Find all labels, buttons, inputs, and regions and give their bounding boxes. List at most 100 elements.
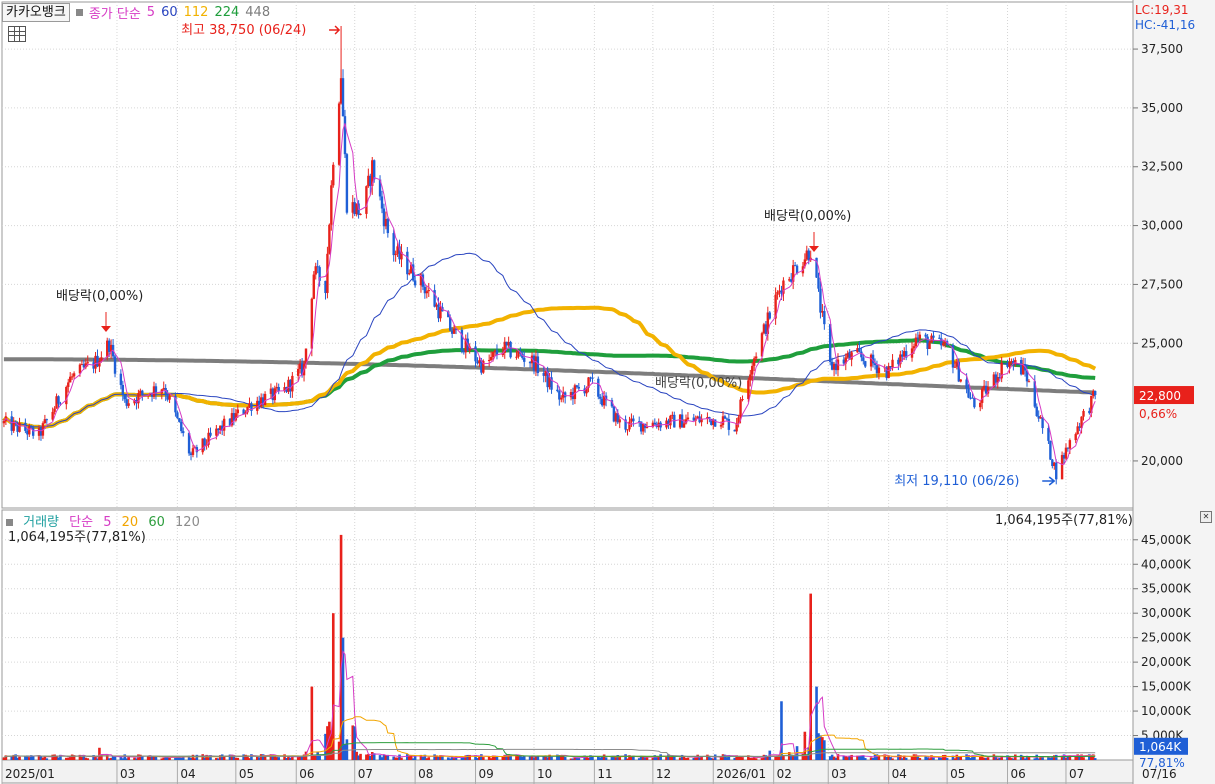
volume-bar (550, 756, 553, 760)
volume-bar (686, 757, 690, 760)
candle-body (365, 186, 368, 214)
table-icon[interactable] (8, 26, 26, 42)
candle-body (877, 367, 881, 374)
candle-body (406, 251, 409, 275)
candle-body (860, 351, 863, 358)
candle-body (53, 408, 56, 412)
ma-label: 종가 단순 (88, 6, 141, 22)
symbol-button[interactable]: 카카오뱅크 (2, 2, 70, 22)
y-tick-label: 40,000K (1141, 557, 1192, 571)
candle-body (560, 397, 563, 400)
candle-body (314, 266, 317, 275)
candle-body (18, 422, 21, 432)
candle-body (1082, 410, 1085, 417)
candle-body (425, 291, 429, 294)
candle-body (523, 357, 526, 362)
low-annotation: 최저 19,110 (06/26) (894, 474, 1019, 489)
candle-body (65, 386, 68, 405)
y-tick-label: 35,000K (1141, 582, 1192, 596)
candle-body (967, 388, 970, 398)
candle-body (392, 233, 395, 256)
candle-body (965, 379, 968, 389)
volume-bar (18, 756, 21, 760)
candle-body (723, 416, 727, 419)
candle-body (178, 418, 181, 422)
volume-bar (741, 757, 744, 760)
candle-body (296, 368, 300, 376)
candle-body (277, 386, 280, 391)
stock-chart[interactable]: 2025/01 03 04 05 06 07 08 09 10 11 12 2026/01 02 03 04… (0, 0, 1215, 784)
volume-bar (618, 756, 622, 760)
volume-bar (522, 756, 526, 760)
y-tick-label: 30,000K (1141, 606, 1192, 620)
candle-body (747, 380, 750, 400)
candle-body (1027, 381, 1031, 383)
y-tick-label: 15,000K (1141, 680, 1192, 694)
x-tick-label: 2026/01 (716, 767, 766, 781)
volume-bar (1093, 758, 1097, 760)
candle-body (69, 376, 72, 383)
current-price-label: 22,800 (1139, 389, 1181, 403)
y-tick-label: 10,000K (1141, 704, 1192, 718)
candle-body (577, 386, 581, 389)
candle-body (980, 388, 984, 403)
candle-body (932, 335, 935, 338)
legend-square-icon (6, 519, 13, 526)
candle-body (509, 341, 512, 358)
candle-body (121, 384, 125, 395)
candle-body (474, 346, 477, 362)
candle-body (618, 419, 621, 423)
volume-bar (168, 757, 171, 760)
candle-body (380, 196, 384, 209)
panel-close-button[interactable]: ✕ (1200, 511, 1212, 523)
candle-body (739, 399, 742, 418)
candle-body (536, 356, 540, 373)
dividend-label: 배당락(0,00%) (56, 289, 143, 304)
candle-body (1064, 447, 1068, 459)
candle-body (2, 420, 6, 424)
x-tick-label: 06 (299, 767, 314, 781)
candle-body (491, 352, 495, 357)
candle-body (291, 375, 294, 392)
candle-body (1049, 440, 1052, 460)
x-tick-label: 06 (1011, 767, 1026, 781)
candle-body (191, 448, 195, 455)
candle-body (628, 421, 631, 430)
candle-body (741, 399, 744, 401)
candle-body (263, 393, 267, 406)
volume-bar (645, 757, 649, 760)
candle-body (332, 164, 335, 186)
chart-canvas[interactable]: 2025/01 03 04 05 06 07 08 09 10 11 12 2026/01 02 03 04… (0, 0, 1215, 784)
candle-body (427, 290, 430, 292)
vol-ma60-label: 60 (148, 515, 165, 530)
volume-bar (959, 756, 963, 760)
price-legend: 카카오뱅크 종가 단순 5 60 112 224 448 (2, 2, 276, 22)
price-panel[interactable] (1, 1, 1134, 509)
candle-body (330, 185, 333, 225)
candle-body (312, 274, 315, 299)
candle-body (686, 417, 690, 420)
ma5-label: 5 (146, 4, 156, 20)
candle-body (209, 432, 212, 436)
current-change-label: 0,66% (1139, 407, 1177, 421)
volume-bar (754, 758, 758, 760)
x-tick-label: 07 (358, 767, 373, 781)
volume-bar (277, 757, 281, 760)
current-volume-label: 1,064K (1139, 740, 1182, 754)
y-tick-label: 32,500 (1141, 160, 1183, 174)
x-tick-label: 09 (479, 767, 494, 781)
candle-body (236, 409, 239, 414)
ma224-label: 224 (214, 4, 240, 20)
candle-body (394, 253, 397, 256)
candle-body (817, 277, 820, 289)
dividend-label: 배당락(0,00%) (764, 209, 851, 224)
legend-square-icon (75, 8, 83, 16)
volume-readout-left: 1,064,195주(77,81%) (8, 530, 146, 545)
candle-body (328, 224, 331, 254)
volume-bar (441, 756, 444, 760)
x-tick-label: 12 (656, 767, 671, 781)
volume-ma-label: 단순 (69, 515, 94, 530)
volume-panel[interactable] (1, 509, 1134, 761)
candle-body (864, 361, 867, 367)
lc-readout: LC:19,31 (1135, 3, 1188, 17)
